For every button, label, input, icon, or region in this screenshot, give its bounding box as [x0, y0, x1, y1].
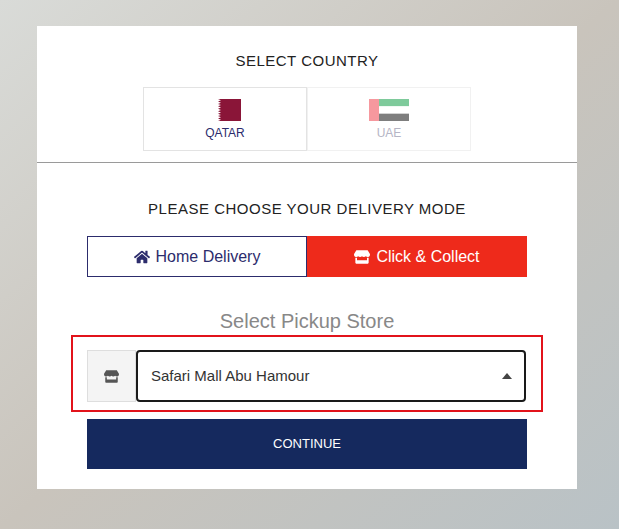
store-icon — [104, 369, 119, 384]
store-addon — [87, 350, 136, 402]
divider — [37, 162, 577, 163]
country-tabs: QATARUAE — [143, 87, 471, 151]
continue-button[interactable]: CONTINUE — [87, 419, 527, 469]
page: SELECT COUNTRY QATARUAE PLEASE CHOOSE YOUR… — [0, 0, 619, 529]
caret-icon — [502, 373, 512, 379]
home-icon — [134, 249, 150, 265]
pickup-title: Select Pickup Store — [220, 307, 395, 335]
store-icon — [354, 249, 370, 265]
delivery-mode-toggle: Home DeliveryClick & Collect — [87, 236, 527, 277]
country-tab[interactable]: QATAR — [143, 87, 307, 151]
pickup-highlight: Safari Mall Abu Hamour — [71, 335, 543, 412]
delivery-mode-button[interactable]: Home Delivery — [87, 236, 307, 277]
country-tab[interactable]: UAE — [307, 87, 471, 151]
store-select[interactable]: Safari Mall Abu Hamour — [136, 350, 526, 402]
country-delivery-card: SELECT COUNTRY QATARUAE PLEASE CHOOSE YOUR… — [37, 26, 577, 489]
uae-flag-icon — [369, 99, 409, 121]
delivery-mode-button[interactable]: Click & Collect — [307, 236, 527, 277]
country-title: SELECT COUNTRY — [235, 26, 378, 71]
store-input-group: Safari Mall Abu Hamour — [87, 350, 526, 402]
qatar-flag-icon — [209, 99, 241, 121]
delivery-title: PLEASE CHOOSE YOUR DELIVERY MODE — [148, 199, 466, 219]
